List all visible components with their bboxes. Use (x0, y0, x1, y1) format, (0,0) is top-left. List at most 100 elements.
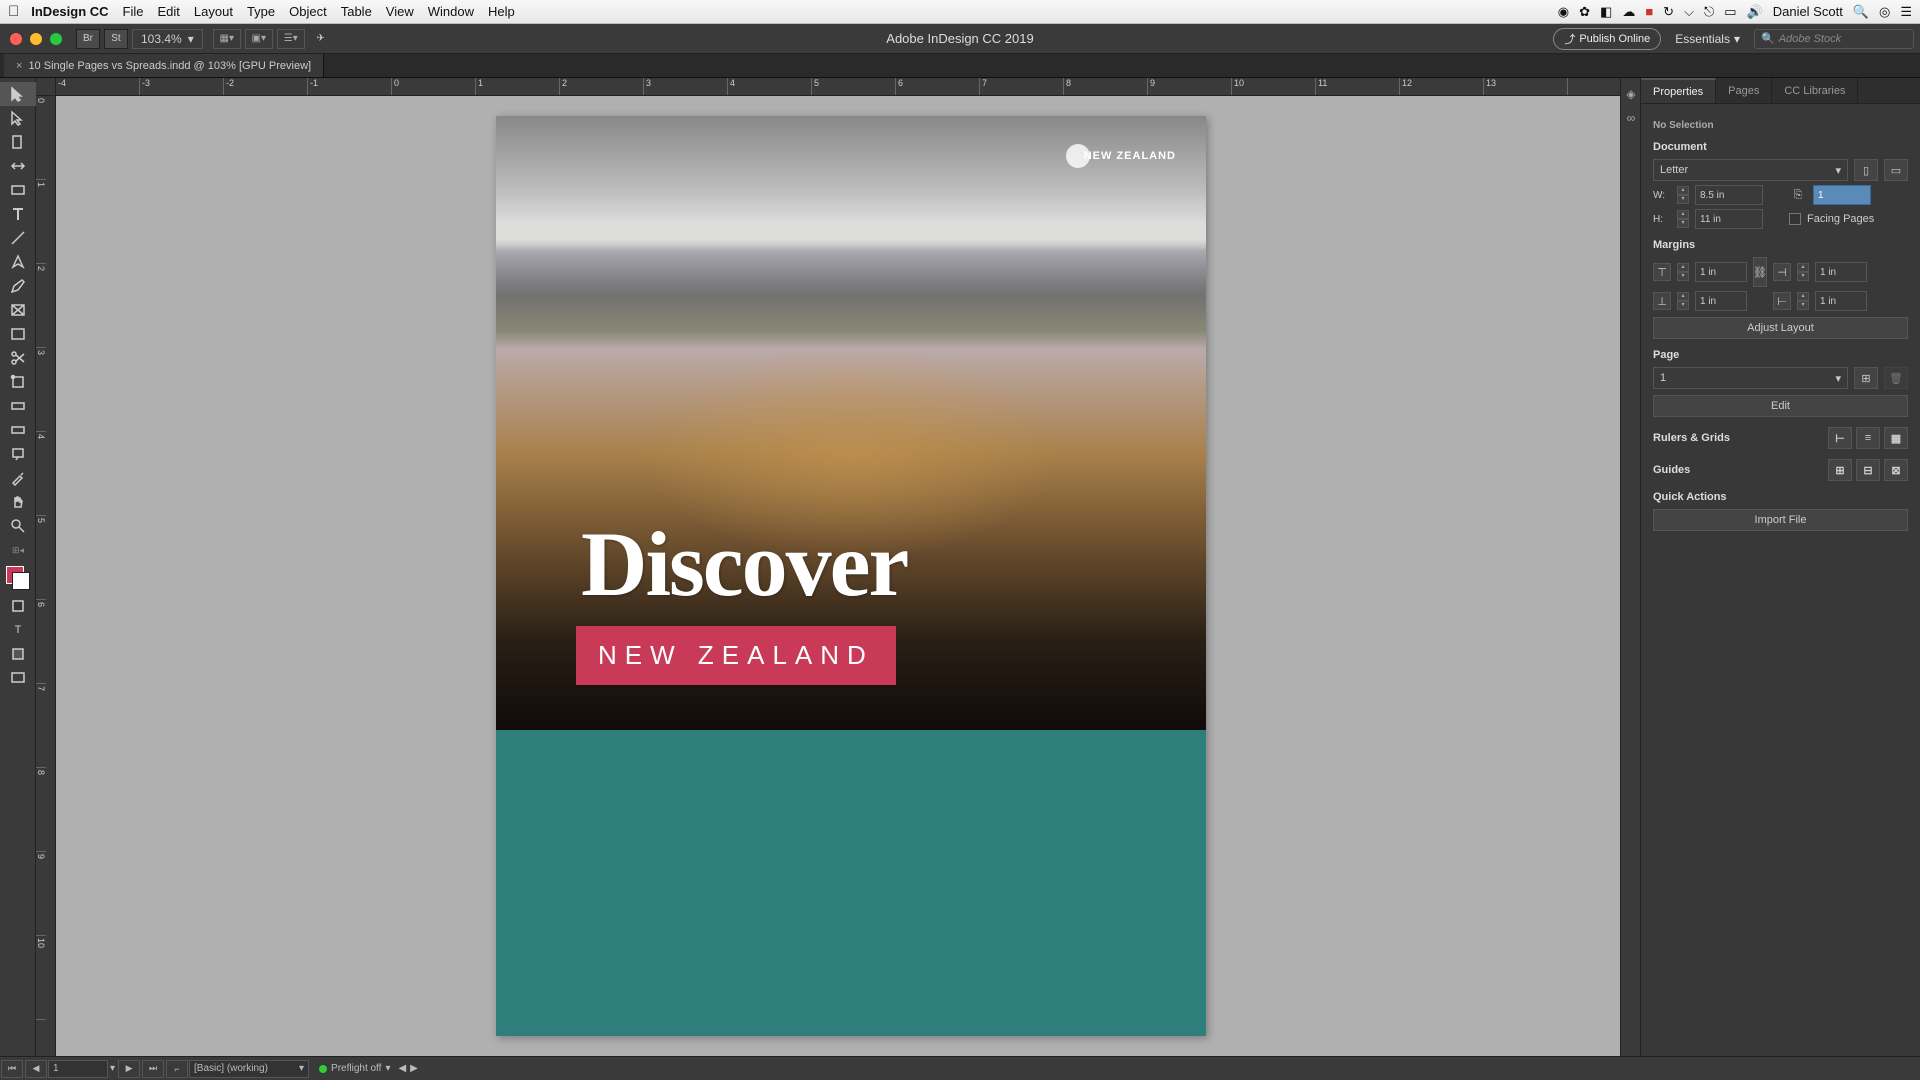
width-stepper[interactable]: ▴▾ (1677, 186, 1689, 204)
publish-online-button[interactable]: ⤴ Publish Online (1553, 28, 1661, 50)
time-machine-icon[interactable]: ↻ (1663, 4, 1674, 20)
link-margins-icon[interactable]: ⛓ (1753, 257, 1767, 287)
apply-color-icon[interactable] (0, 642, 36, 666)
edit-page-button[interactable]: Edit (1653, 395, 1908, 417)
gap-tool[interactable] (0, 154, 36, 178)
close-window-button[interactable] (10, 33, 22, 45)
free-transform-tool[interactable] (0, 370, 36, 394)
page-preset-select[interactable]: Letter▾ (1653, 159, 1848, 181)
wifi-icon[interactable]: ⌵ (1684, 4, 1694, 20)
menu-table[interactable]: Table (341, 4, 372, 19)
margin-left-input[interactable]: 1 in (1815, 262, 1867, 282)
workspace-selector[interactable]: Essentials ▾ (1669, 32, 1746, 46)
smart-guides-icon[interactable]: ⊟ (1856, 459, 1880, 481)
last-page-button[interactable]: ⏭ (142, 1060, 164, 1078)
margin-top-stepper[interactable]: ▴▾ (1677, 263, 1689, 281)
tab-pages[interactable]: Pages (1716, 78, 1772, 103)
menu-window[interactable]: Window (428, 4, 474, 19)
first-page-button[interactable]: ⏮ (1, 1060, 23, 1078)
canvas[interactable]: NEW ZEALAND Discover NEW ZEALAND (56, 96, 1620, 1056)
height-input[interactable]: 11 in (1695, 209, 1763, 229)
menu-type[interactable]: Type (247, 4, 275, 19)
status-icon[interactable]: ✿ (1579, 4, 1590, 20)
delete-page-icon[interactable]: 🗑 (1884, 367, 1908, 389)
spotlight-icon[interactable]: 🔍 (1853, 4, 1869, 20)
format-text-icon[interactable]: T (0, 618, 36, 642)
app-name[interactable]: InDesign CC (31, 4, 108, 19)
line-tool[interactable] (0, 226, 36, 250)
tool-toggle[interactable]: ⊞◂ (0, 538, 36, 562)
screen-mode[interactable]: ▣▾ (245, 29, 273, 49)
prev-page-button[interactable]: ◀ (25, 1060, 47, 1078)
margin-bottom-stepper[interactable]: ▴▾ (1677, 292, 1689, 310)
menu-object[interactable]: Object (289, 4, 327, 19)
menu-layout[interactable]: Layout (194, 4, 233, 19)
hand-tool[interactable] (0, 490, 36, 514)
orientation-landscape-button[interactable]: ▭ (1884, 159, 1908, 181)
vertical-ruler[interactable]: 012345678910 (36, 96, 56, 1056)
nz-logo[interactable]: NEW ZEALAND (1066, 144, 1176, 168)
gpu-button[interactable]: ✈ (309, 29, 333, 49)
page-select[interactable]: 1▾ (1653, 367, 1848, 389)
margin-right-input[interactable]: 1 in (1815, 291, 1867, 311)
close-tab-icon[interactable]: × (16, 60, 22, 72)
maximize-window-button[interactable] (50, 33, 62, 45)
ruler-origin[interactable] (36, 78, 56, 96)
snap-guides-icon[interactable]: ⊠ (1884, 459, 1908, 481)
zoom-tool[interactable] (0, 514, 36, 538)
tab-properties[interactable]: Properties (1641, 78, 1716, 103)
user-menu[interactable]: Daniel Scott (1773, 4, 1843, 19)
rectangle-frame-tool[interactable] (0, 298, 36, 322)
margin-bottom-input[interactable]: 1 in (1695, 291, 1747, 311)
margin-top-input[interactable]: 1 in (1695, 262, 1747, 282)
status-icon[interactable]: ☁ (1622, 4, 1635, 20)
zoom-level[interactable]: 103.4%▾ (132, 29, 203, 49)
open-button[interactable]: ⌐ (166, 1060, 188, 1078)
status-icon[interactable]: ■ (1645, 4, 1653, 19)
battery-icon[interactable]: ▭ (1724, 4, 1736, 20)
layers-dock-icon[interactable]: ◈ (1621, 82, 1641, 106)
format-container-icon[interactable] (0, 594, 36, 618)
baseline-grid-icon[interactable]: ≡ (1856, 427, 1880, 449)
profile-select[interactable]: [Basic] (working)▾ (189, 1060, 309, 1078)
page-tool[interactable] (0, 130, 36, 154)
gradient-swatch-tool[interactable] (0, 394, 36, 418)
type-tool[interactable] (0, 202, 36, 226)
hero-image-frame[interactable]: NEW ZEALAND Discover NEW ZEALAND (496, 116, 1206, 730)
direct-selection-tool[interactable] (0, 106, 36, 130)
status-icon[interactable]: ◧ (1600, 4, 1612, 20)
siri-icon[interactable]: ◎ (1879, 4, 1890, 20)
view-options[interactable]: ▦▾ (213, 29, 241, 49)
guides-toggle-icon[interactable]: ⊞ (1828, 459, 1852, 481)
document-tab[interactable]: × 10 Single Pages vs Spreads.indd @ 103%… (4, 54, 324, 77)
horizontal-ruler[interactable]: -4-3-2-1012345678910111213 (56, 78, 1620, 96)
next-page-button[interactable]: ▶ (118, 1060, 140, 1078)
arrange[interactable]: ☰▾ (277, 29, 305, 49)
adobe-stock-search[interactable]: 🔍 Adobe Stock (1754, 29, 1914, 49)
status-icon[interactable]: ◉ (1558, 4, 1569, 20)
current-page-input[interactable]: 1 (48, 1060, 108, 1078)
bluetooth-icon[interactable]: ⎋ (1704, 4, 1714, 20)
adjust-layout-button[interactable]: Adjust Layout (1653, 317, 1908, 339)
screen-mode-icon[interactable] (0, 666, 36, 690)
tab-cc-libraries[interactable]: CC Libraries (1772, 78, 1858, 103)
menu-edit[interactable]: Edit (158, 4, 180, 19)
eyedropper-tool[interactable] (0, 466, 36, 490)
nz-subheading-box[interactable]: NEW ZEALAND (576, 626, 896, 685)
stock-button[interactable]: St (104, 29, 128, 49)
orientation-portrait-button[interactable]: ▯ (1854, 159, 1878, 181)
selection-tool[interactable] (0, 82, 36, 106)
content-collector-tool[interactable] (0, 178, 36, 202)
preflight-status[interactable]: Preflight off▾ ◀▶ (319, 1063, 418, 1074)
import-file-button[interactable]: Import File (1653, 509, 1908, 531)
margin-left-stepper[interactable]: ▴▾ (1797, 263, 1809, 281)
note-tool[interactable] (0, 442, 36, 466)
links-dock-icon[interactable]: ∞ (1621, 106, 1641, 130)
gradient-feather-tool[interactable] (0, 418, 36, 442)
rulers-toggle-icon[interactable]: ⊢ (1828, 427, 1852, 449)
width-input[interactable]: 8.5 in (1695, 185, 1763, 205)
fill-stroke-swatch[interactable] (6, 566, 30, 590)
height-stepper[interactable]: ▴▾ (1677, 210, 1689, 228)
pen-tool[interactable] (0, 250, 36, 274)
facing-pages-checkbox[interactable]: Facing Pages (1789, 213, 1874, 225)
